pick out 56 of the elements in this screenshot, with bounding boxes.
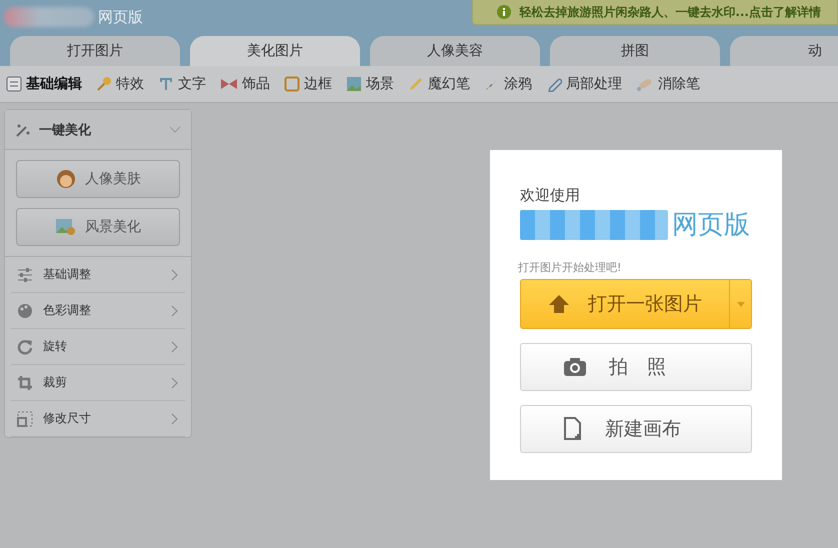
toolbar-item[interactable]: 边框 [284, 75, 332, 93]
tab[interactable]: 美化图片 [190, 36, 360, 66]
toolbar-item[interactable]: 饰品 [220, 75, 270, 93]
bow-icon [220, 76, 238, 92]
toolbar-item[interactable]: 消除笔 [636, 75, 700, 93]
crop-icon [17, 374, 33, 390]
face-icon [55, 169, 77, 189]
toolbar-item[interactable]: 文字 [158, 75, 206, 93]
caret-icon [736, 302, 744, 306]
section-header[interactable]: 一键美化 [5, 110, 191, 150]
welcome-text: 欢迎使用 [520, 186, 580, 205]
new-file-icon [563, 417, 583, 441]
pen-icon [408, 76, 424, 92]
picture-icon [55, 217, 77, 237]
chevron-icon [171, 304, 179, 316]
hint-text: 打开图片开始处理吧! [518, 260, 622, 275]
toolbar-item[interactable]: 局部处理 [546, 75, 622, 93]
upload-arrow-icon [548, 294, 570, 314]
toolbar-item[interactable]: 魔幻笔 [408, 75, 470, 93]
landscape-icon [346, 76, 362, 92]
rotate-icon [17, 338, 33, 354]
chevron-icon [171, 268, 179, 280]
sliders-icon [17, 268, 33, 282]
frame-icon [284, 76, 300, 92]
chevron-icon [171, 340, 179, 352]
sidebar-item[interactable]: 裁剪 [11, 365, 185, 401]
letter-icon [158, 76, 174, 92]
tab[interactable]: 人像美容 [370, 36, 540, 66]
toolbar-item[interactable]: 特效 [96, 75, 144, 93]
beautify-button[interactable]: 人像美肤 [16, 160, 180, 198]
toolbar-item[interactable]: 场景 [346, 75, 394, 93]
product-name: 网页版 [98, 8, 143, 26]
edit-icon [6, 76, 22, 92]
toolbar-item[interactable]: 涂鸦 [484, 75, 532, 93]
action-button[interactable]: 拍 照 [520, 343, 752, 391]
beautify-button[interactable]: 风景美化 [16, 208, 180, 246]
chevron-icon [169, 126, 181, 134]
product-name: 网页版 [672, 209, 750, 242]
tab[interactable]: 动 [730, 36, 838, 66]
notice-banner[interactable]: 轻松去掉旅游照片闲杂路人、一键去水印...点击了解详情 [472, 0, 838, 25]
sidebar-item[interactable]: 基础调整 [11, 257, 185, 293]
sidebar-item[interactable]: 修改尺寸 [11, 401, 185, 437]
tab[interactable]: 拼图 [550, 36, 720, 66]
chevron-icon [171, 376, 179, 388]
toolbar-item[interactable]: 基础编辑 [6, 75, 82, 93]
action-button[interactable]: 新建画布 [520, 405, 752, 453]
wand-icon [15, 122, 31, 138]
resize-icon [17, 410, 33, 426]
palette-icon [17, 302, 33, 318]
notice-text: 轻松去掉旅游照片闲杂路人、一键去水印...点击了解详情 [519, 4, 821, 20]
sidebar-item[interactable]: 旋转 [11, 329, 185, 365]
sidebar-item[interactable]: 色彩调整 [11, 293, 185, 329]
camera-icon [563, 357, 587, 377]
info-icon [497, 5, 512, 19]
chevron-icon [171, 412, 179, 424]
tab[interactable]: 打开图片 [10, 36, 180, 66]
